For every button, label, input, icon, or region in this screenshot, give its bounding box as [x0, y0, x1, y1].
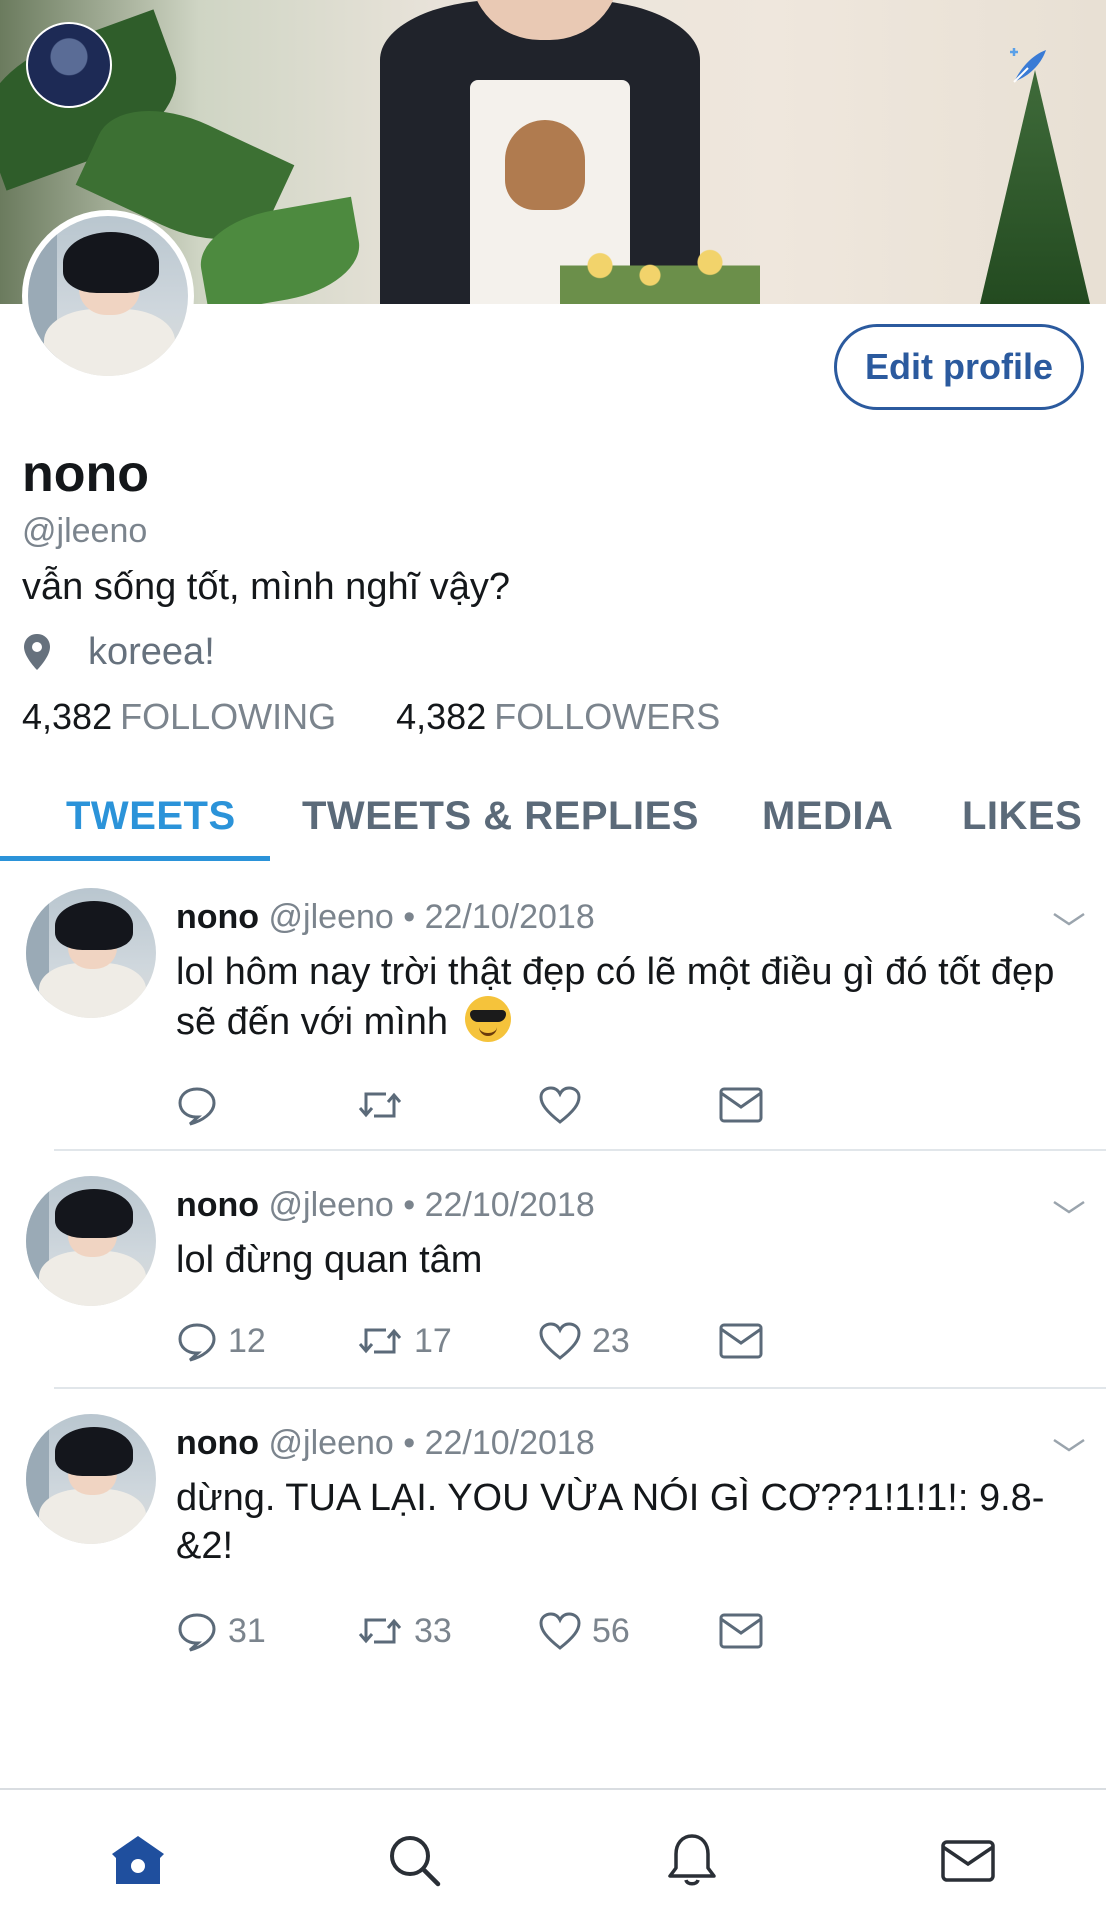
- search-icon[interactable]: [384, 1830, 444, 1890]
- heart-icon: [539, 1612, 581, 1650]
- tab-tweets-and-replies[interactable]: TWEETS & REPLIES: [302, 770, 699, 862]
- following-count: 4,382: [22, 696, 113, 737]
- location-text: koreea!: [88, 630, 215, 673]
- tweet-avatar[interactable]: [26, 1176, 156, 1306]
- profile-tabs: TWEETS TWEETS & REPLIES MEDIA LIKES: [0, 770, 1106, 866]
- tweet-actions: 31 33 56: [176, 1606, 776, 1656]
- tweet-author-name[interactable]: nono: [176, 898, 259, 936]
- tweet-meta: @jleeno • 22/10/2018: [268, 1186, 595, 1224]
- followers-count: 4,382: [396, 696, 487, 737]
- tweet-text: lol đừng quan tâm: [176, 1239, 483, 1281]
- home-icon[interactable]: [108, 1830, 168, 1890]
- tweet-header: nono @jleeno • 22/10/2018: [176, 898, 595, 937]
- tweet-header: nono @jleeno • 22/10/2018: [176, 1424, 595, 1463]
- tweet-avatar[interactable]: [26, 888, 156, 1018]
- followers-stat[interactable]: 4,382 FOLLOWERS: [396, 696, 720, 738]
- tab-tweets[interactable]: TWEETS: [66, 770, 236, 862]
- tweet-author-name[interactable]: nono: [176, 1186, 259, 1224]
- banner-tulips: [560, 240, 760, 304]
- like-action[interactable]: 23: [538, 1316, 630, 1366]
- like-count: 23: [592, 1321, 630, 1360]
- heart-icon: [539, 1086, 581, 1124]
- tab-likes[interactable]: LIKES: [962, 770, 1082, 862]
- retweet-action[interactable]: 33: [356, 1606, 452, 1656]
- tweet-divider: [54, 1149, 1106, 1151]
- followers-label: FOLLOWERS: [494, 696, 721, 737]
- profile-name: nono: [22, 445, 150, 503]
- envelope-icon: [719, 1323, 763, 1359]
- tweet-text: lol hôm nay trời thật đẹp có lẽ một điều…: [176, 948, 1056, 1046]
- reply-icon: [178, 1613, 216, 1652]
- bottom-navigation: [0, 1788, 1106, 1922]
- following-label: FOLLOWING: [120, 696, 337, 737]
- active-tab-indicator: [0, 856, 270, 861]
- heart-icon: [539, 1322, 581, 1360]
- tweet-header: nono @jleeno • 22/10/2018: [176, 1186, 595, 1225]
- tweet-meta: @jleeno • 22/10/2018: [268, 1424, 595, 1462]
- tab-media[interactable]: MEDIA: [762, 770, 893, 862]
- following-stat[interactable]: 4,382 FOLLOWING: [22, 696, 336, 738]
- tweet-meta: @jleeno • 22/10/2018: [268, 898, 595, 936]
- tweet-avatar[interactable]: [26, 1414, 156, 1544]
- banner-tree: [980, 70, 1090, 304]
- like-count: 56: [592, 1611, 630, 1650]
- profile-location: koreea!: [22, 628, 215, 676]
- banner-bear-print: [505, 120, 585, 210]
- retweet-icon: [358, 1618, 402, 1644]
- sunglasses-emoji-icon: [464, 996, 511, 1042]
- tweet-author-name[interactable]: nono: [176, 1424, 259, 1462]
- tweet-actions: [176, 1080, 776, 1130]
- reply-icon: [178, 1087, 216, 1126]
- reply-action[interactable]: 31: [176, 1606, 266, 1656]
- notifications-bell-icon[interactable]: [662, 1830, 722, 1890]
- like-action[interactable]: [538, 1080, 592, 1130]
- edit-profile-button[interactable]: Edit profile: [834, 324, 1084, 410]
- retweet-action[interactable]: 17: [356, 1316, 452, 1366]
- messages-envelope-icon[interactable]: [938, 1830, 998, 1890]
- reply-count: 12: [228, 1321, 266, 1360]
- tweet-actions: 12 17 23: [176, 1316, 776, 1366]
- envelope-icon: [719, 1087, 763, 1123]
- direct-message-action[interactable]: [718, 1316, 764, 1366]
- reply-count: 31: [228, 1611, 266, 1650]
- like-action[interactable]: 56: [538, 1606, 630, 1656]
- profile-avatar[interactable]: [22, 210, 194, 382]
- retweet-icon: [358, 1092, 402, 1118]
- direct-message-action[interactable]: [718, 1080, 764, 1130]
- retweet-action[interactable]: [356, 1080, 414, 1130]
- reply-icon: [178, 1323, 216, 1362]
- envelope-icon: [719, 1613, 763, 1649]
- retweet-count: 33: [414, 1611, 452, 1650]
- profile-handle: @jleeno: [22, 512, 148, 550]
- profile-stats: 4,382 FOLLOWING 4,382 FOLLOWERS: [22, 696, 780, 738]
- tweet-text-content: lol hôm nay trời thật đẹp có lẽ một điều…: [176, 951, 1055, 1043]
- tweet-divider: [54, 1387, 1106, 1389]
- retweet-count: 17: [414, 1321, 452, 1360]
- compose-tweet-icon[interactable]: [1006, 44, 1050, 88]
- reply-action[interactable]: 12: [176, 1316, 266, 1366]
- profile-bio: vẫn sống tốt, mình nghĩ vậy?: [22, 566, 510, 608]
- chevron-down-icon[interactable]: [1052, 910, 1086, 930]
- tweet-text: dừng. TUA LẠI. YOU VỪA NÓI GÌ CƠ??1!1!1!…: [176, 1477, 1045, 1567]
- chevron-down-icon[interactable]: [1052, 1436, 1086, 1456]
- direct-message-action[interactable]: [718, 1606, 764, 1656]
- account-avatar[interactable]: [26, 22, 112, 108]
- retweet-icon: [358, 1328, 402, 1354]
- chevron-down-icon[interactable]: [1052, 1198, 1086, 1218]
- location-pin-icon: [24, 634, 50, 670]
- reply-action[interactable]: [176, 1080, 228, 1130]
